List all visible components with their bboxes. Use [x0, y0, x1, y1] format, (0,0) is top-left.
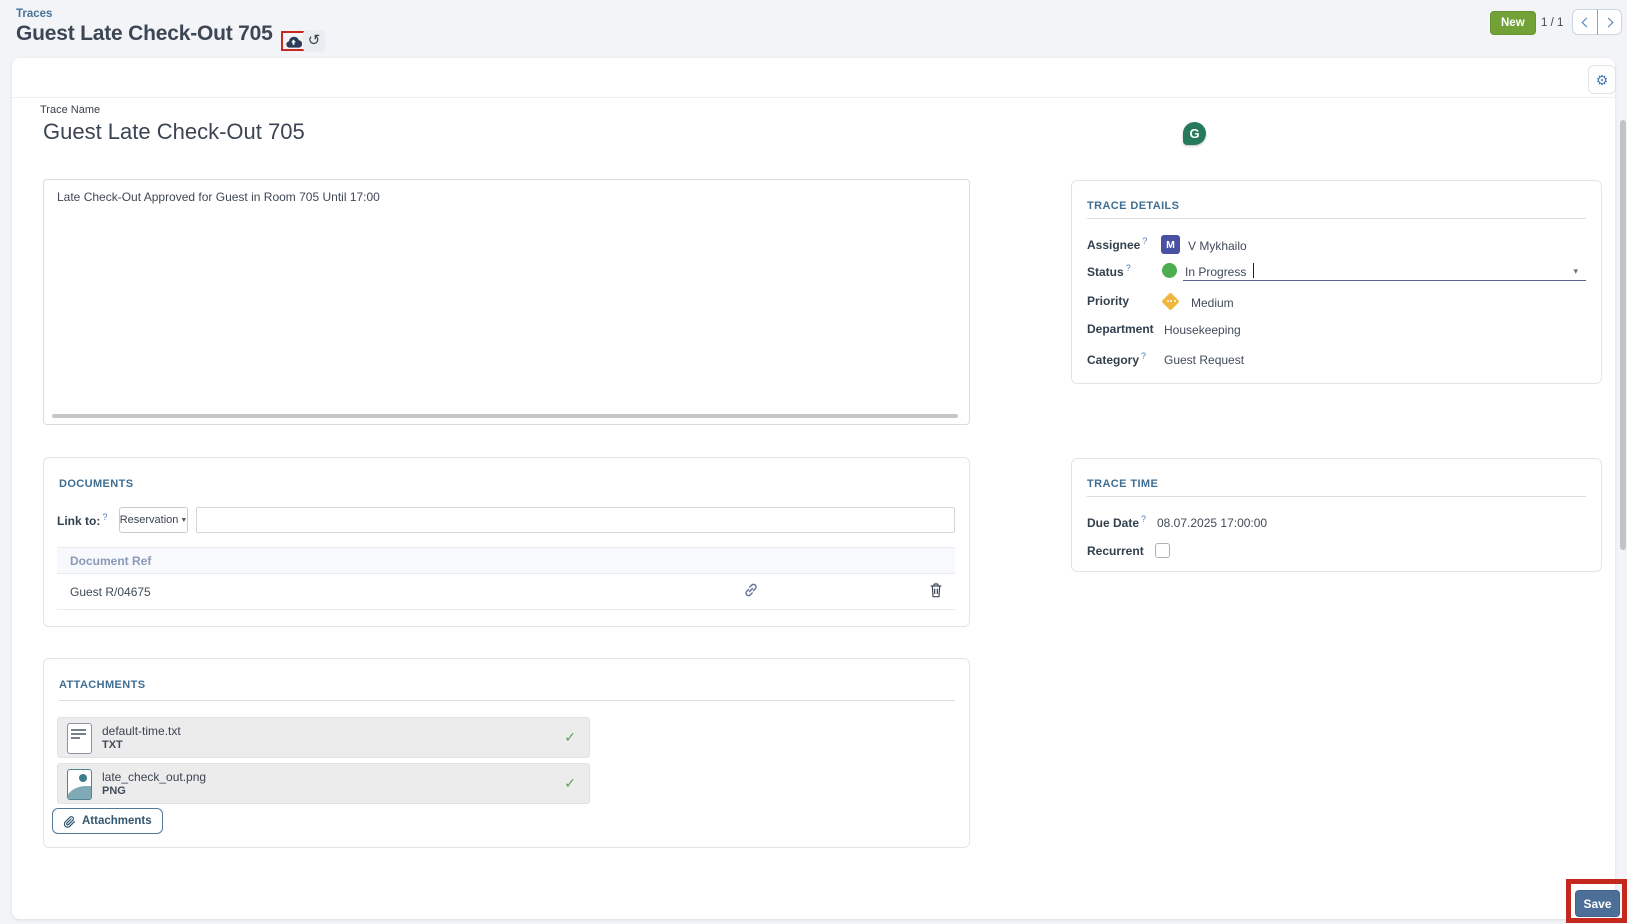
- status-label-text: Status: [1087, 265, 1124, 279]
- uploaded-check-icon: ✓: [564, 775, 576, 792]
- add-attachments-button-label: Attachments: [82, 815, 152, 827]
- category-label: Category?: [1087, 351, 1146, 367]
- attachment-card-png[interactable]: late_check_out.png PNG ✓: [57, 763, 590, 804]
- link-to-label-text: Link to:: [57, 514, 100, 528]
- save-button[interactable]: Save: [1575, 890, 1620, 917]
- trace-details-section-title: TRACE DETAILS: [1087, 200, 1179, 212]
- description-textarea[interactable]: [43, 179, 970, 425]
- status-combobox-input[interactable]: In Progress ▾: [1183, 258, 1586, 281]
- help-icon: ?: [102, 512, 107, 522]
- page-title: Guest Late Check-Out 705: [16, 22, 273, 46]
- status-value: In Progress: [1185, 265, 1246, 279]
- priority-label: Priority: [1087, 294, 1129, 308]
- assignee-label-text: Assignee: [1087, 238, 1140, 252]
- pager-next-button[interactable]: [1597, 9, 1622, 35]
- trace-time-section: [1071, 458, 1602, 572]
- trace-name-label: Trace Name: [40, 104, 100, 116]
- text-cursor: [1253, 263, 1254, 278]
- category-label-text: Category: [1087, 353, 1139, 367]
- open-link-icon[interactable]: [742, 581, 760, 599]
- paperclip-icon: [63, 815, 76, 828]
- trace-details-divider: [1087, 218, 1586, 219]
- attachment-card-txt[interactable]: default-time.txt TXT ✓: [57, 717, 590, 758]
- new-button[interactable]: New: [1490, 11, 1536, 35]
- pager-value: 1 / 1: [1541, 17, 1563, 29]
- gear-icon: ⚙: [1596, 72, 1609, 88]
- link-type-select[interactable]: Reservation ▼: [119, 507, 188, 533]
- attachment-filetype-badge: PNG: [102, 785, 126, 797]
- trace-time-section-title: TRACE TIME: [1087, 478, 1158, 490]
- assignee-value[interactable]: V Mykhailo: [1188, 239, 1247, 253]
- assignee-label: Assignee?: [1087, 236, 1147, 252]
- documents-section-title: DOCUMENTS: [59, 478, 134, 490]
- chevron-left-icon: [1582, 17, 1592, 27]
- due-date-label-text: Due Date: [1087, 516, 1139, 530]
- page-scrollbar-thumb[interactable]: [1620, 120, 1626, 550]
- highlight-box-save-button: Save: [1566, 879, 1627, 923]
- breadcrumb[interactable]: Traces: [16, 8, 52, 20]
- form-toolbar: [12, 58, 1615, 98]
- document-table-row[interactable]: [57, 574, 955, 610]
- add-attachments-button[interactable]: Attachments: [52, 808, 163, 834]
- grammarly-icon[interactable]: G: [1183, 122, 1206, 145]
- caret-down-icon[interactable]: ▾: [1573, 266, 1578, 277]
- cloud-save-icon[interactable]: [285, 35, 302, 48]
- uploaded-check-icon: ✓: [564, 729, 576, 746]
- documents-table-header-label[interactable]: Document Ref: [70, 554, 151, 568]
- due-date-label: Due Date?: [1087, 514, 1146, 530]
- link-to-label: Link to:?: [57, 512, 107, 528]
- category-value[interactable]: Guest Request: [1164, 353, 1244, 367]
- department-label: Department: [1087, 322, 1154, 336]
- delete-trash-icon[interactable]: [928, 581, 945, 599]
- recurrent-label: Recurrent: [1087, 544, 1144, 558]
- text-file-icon: [67, 723, 92, 754]
- link-type-selected-value: Reservation: [120, 514, 179, 526]
- department-value[interactable]: Housekeeping: [1164, 323, 1241, 337]
- attachments-divider: [59, 700, 955, 701]
- recurrent-checkbox[interactable]: [1155, 543, 1170, 558]
- trace-time-divider: [1087, 496, 1586, 497]
- documents-table-header-row: [57, 547, 955, 574]
- description-text: Late Check-Out Approved for Guest in Roo…: [57, 189, 947, 205]
- traces-form-screen: Traces Guest Late Check-Out 705 ↺ New 1 …: [0, 0, 1627, 924]
- attachment-filename: default-time.txt: [102, 724, 181, 738]
- attachments-section-title: ATTACHMENTS: [59, 679, 145, 691]
- help-icon: ?: [1126, 263, 1131, 273]
- priority-diamond-dots: [1165, 300, 1177, 302]
- attachment-filetype-badge: TXT: [102, 739, 123, 751]
- pager-previous-button[interactable]: [1572, 9, 1597, 35]
- document-search-input[interactable]: [196, 507, 955, 533]
- settings-gear-button[interactable]: ⚙: [1588, 65, 1616, 94]
- document-ref-cell[interactable]: Guest R/04675: [70, 585, 151, 599]
- assignee-avatar[interactable]: M: [1161, 235, 1180, 254]
- caret-down-icon: ▼: [180, 517, 187, 524]
- chevron-right-icon: [1603, 17, 1613, 27]
- pager: [1572, 9, 1622, 35]
- help-icon: ?: [1142, 236, 1147, 246]
- description-horizontal-scrollbar[interactable]: [52, 414, 958, 418]
- due-date-value[interactable]: 08.07.2025 17:00:00: [1157, 516, 1267, 530]
- status-color-dot: [1162, 263, 1177, 278]
- image-file-icon: [67, 769, 92, 800]
- help-icon: ?: [1141, 351, 1146, 361]
- discard-undo-icon[interactable]: ↺: [303, 30, 325, 52]
- trace-name-input[interactable]: Guest Late Check-Out 705: [43, 119, 305, 145]
- help-icon: ?: [1141, 514, 1146, 524]
- attachment-filename: late_check_out.png: [102, 770, 206, 784]
- priority-value[interactable]: Medium: [1191, 296, 1234, 310]
- status-label: Status?: [1087, 263, 1131, 279]
